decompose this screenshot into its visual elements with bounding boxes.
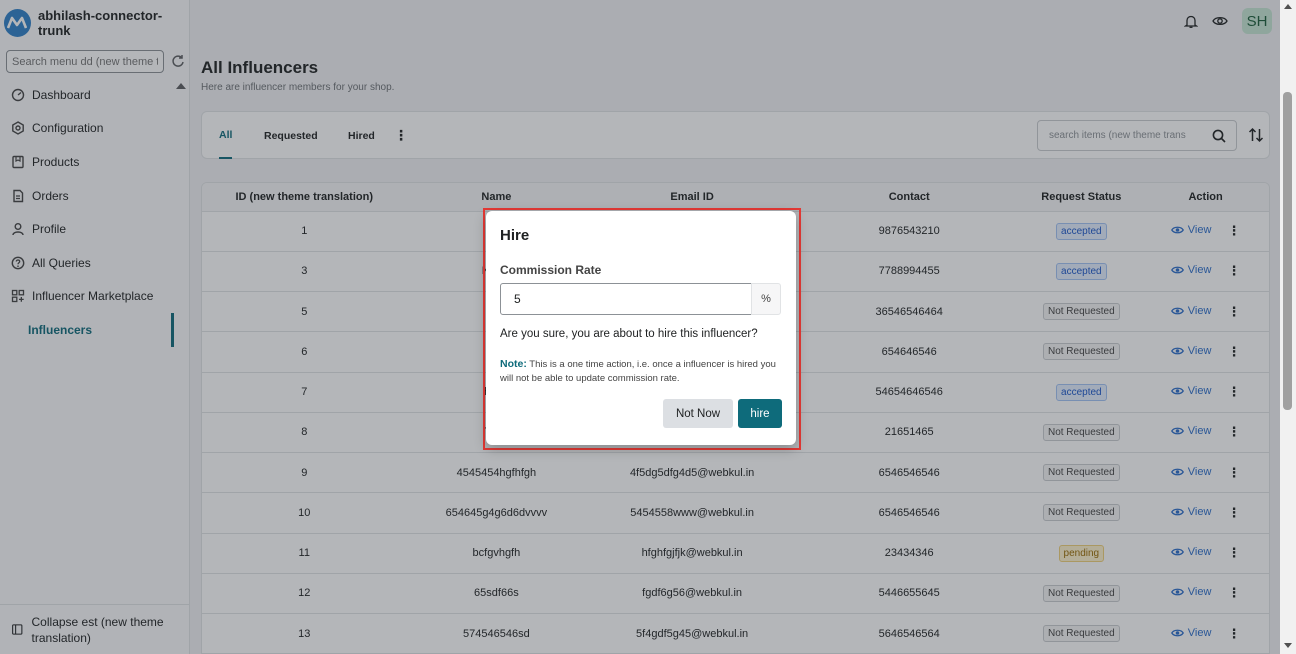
page-scrollbar[interactable] [1280,0,1296,654]
scrollbar-thumb[interactable] [1283,92,1292,410]
hire-button[interactable]: hire [738,399,782,428]
scroll-up-arrow-icon[interactable] [1284,4,1292,9]
commission-rate-input[interactable] [500,283,752,315]
confirm-question: Are you sure, you are about to hire this… [500,328,758,340]
commission-rate-label: Commission Rate [500,263,602,277]
scroll-down-arrow-icon[interactable] [1284,643,1292,648]
note-text: This is a one time action, i.e. once a i… [500,359,776,384]
hire-modal: Hire Commission Rate % Are you sure, you… [486,211,796,445]
note-tag: Note: [500,358,527,370]
modal-note: Note: This is a one time action, i.e. on… [500,357,785,386]
percent-suffix: % [751,283,781,315]
not-now-button[interactable]: Not Now [663,399,733,428]
modal-title: Hire [500,227,530,244]
